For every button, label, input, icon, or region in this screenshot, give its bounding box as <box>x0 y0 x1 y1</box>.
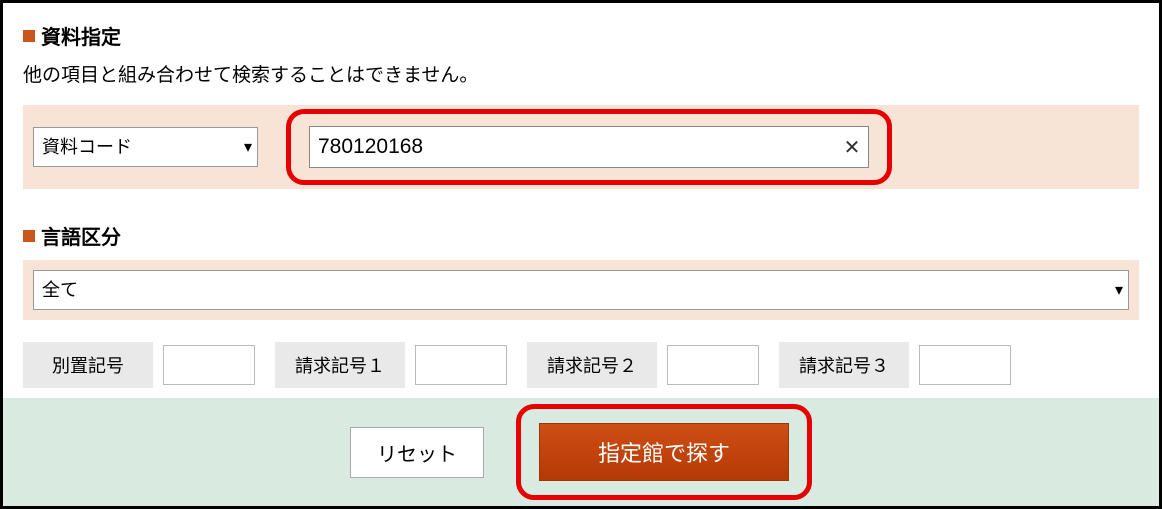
language-select-row: 全て ▾ <box>23 260 1139 320</box>
material-code-select[interactable]: 資料コード <box>33 127 258 167</box>
call-number-1-label: 請求記号１ <box>275 342 405 388</box>
material-code-input-highlight: ✕ <box>286 109 892 185</box>
search-button-highlight: 指定館で探す <box>516 404 812 500</box>
call-number-1-input[interactable] <box>415 345 507 385</box>
material-heading-text: 資料指定 <box>41 21 121 50</box>
call-number-2-input[interactable] <box>667 345 759 385</box>
material-section-heading: 資料指定 <box>23 21 1139 50</box>
call-group-2: 請求記号２ <box>527 342 759 388</box>
material-code-select-wrap: 資料コード ▾ <box>33 127 258 167</box>
heading-bullet-icon <box>23 30 35 42</box>
material-note: 他の項目と組み合わせて検索することはできません。 <box>23 60 1139 87</box>
call-group-1: 請求記号１ <box>275 342 507 388</box>
call-group-0: 別置記号 <box>23 342 255 388</box>
button-bar: リセット 指定館で探す <box>3 398 1159 506</box>
language-section-heading: 言語区分 <box>23 221 1139 250</box>
language-select[interactable]: 全て <box>33 270 1129 310</box>
heading-bullet-icon <box>23 230 35 242</box>
material-code-input[interactable] <box>310 127 836 167</box>
separate-symbol-label: 別置記号 <box>23 342 153 388</box>
call-number-row: 別置記号 請求記号１ 請求記号２ 請求記号３ <box>23 342 1139 388</box>
call-group-3: 請求記号３ <box>779 342 1011 388</box>
clear-input-icon[interactable]: ✕ <box>836 135 868 160</box>
call-number-3-input[interactable] <box>919 345 1011 385</box>
reset-button[interactable]: リセット <box>350 427 484 478</box>
call-number-3-label: 請求記号３ <box>779 342 909 388</box>
language-select-wrap: 全て ▾ <box>33 270 1129 310</box>
separate-symbol-input[interactable] <box>163 345 255 385</box>
language-heading-text: 言語区分 <box>41 221 121 250</box>
search-button[interactable]: 指定館で探す <box>539 423 789 481</box>
call-number-2-label: 請求記号２ <box>527 342 657 388</box>
material-input-row: 資料コード ▾ ✕ <box>23 105 1139 189</box>
material-code-input-wrap: ✕ <box>309 126 869 168</box>
